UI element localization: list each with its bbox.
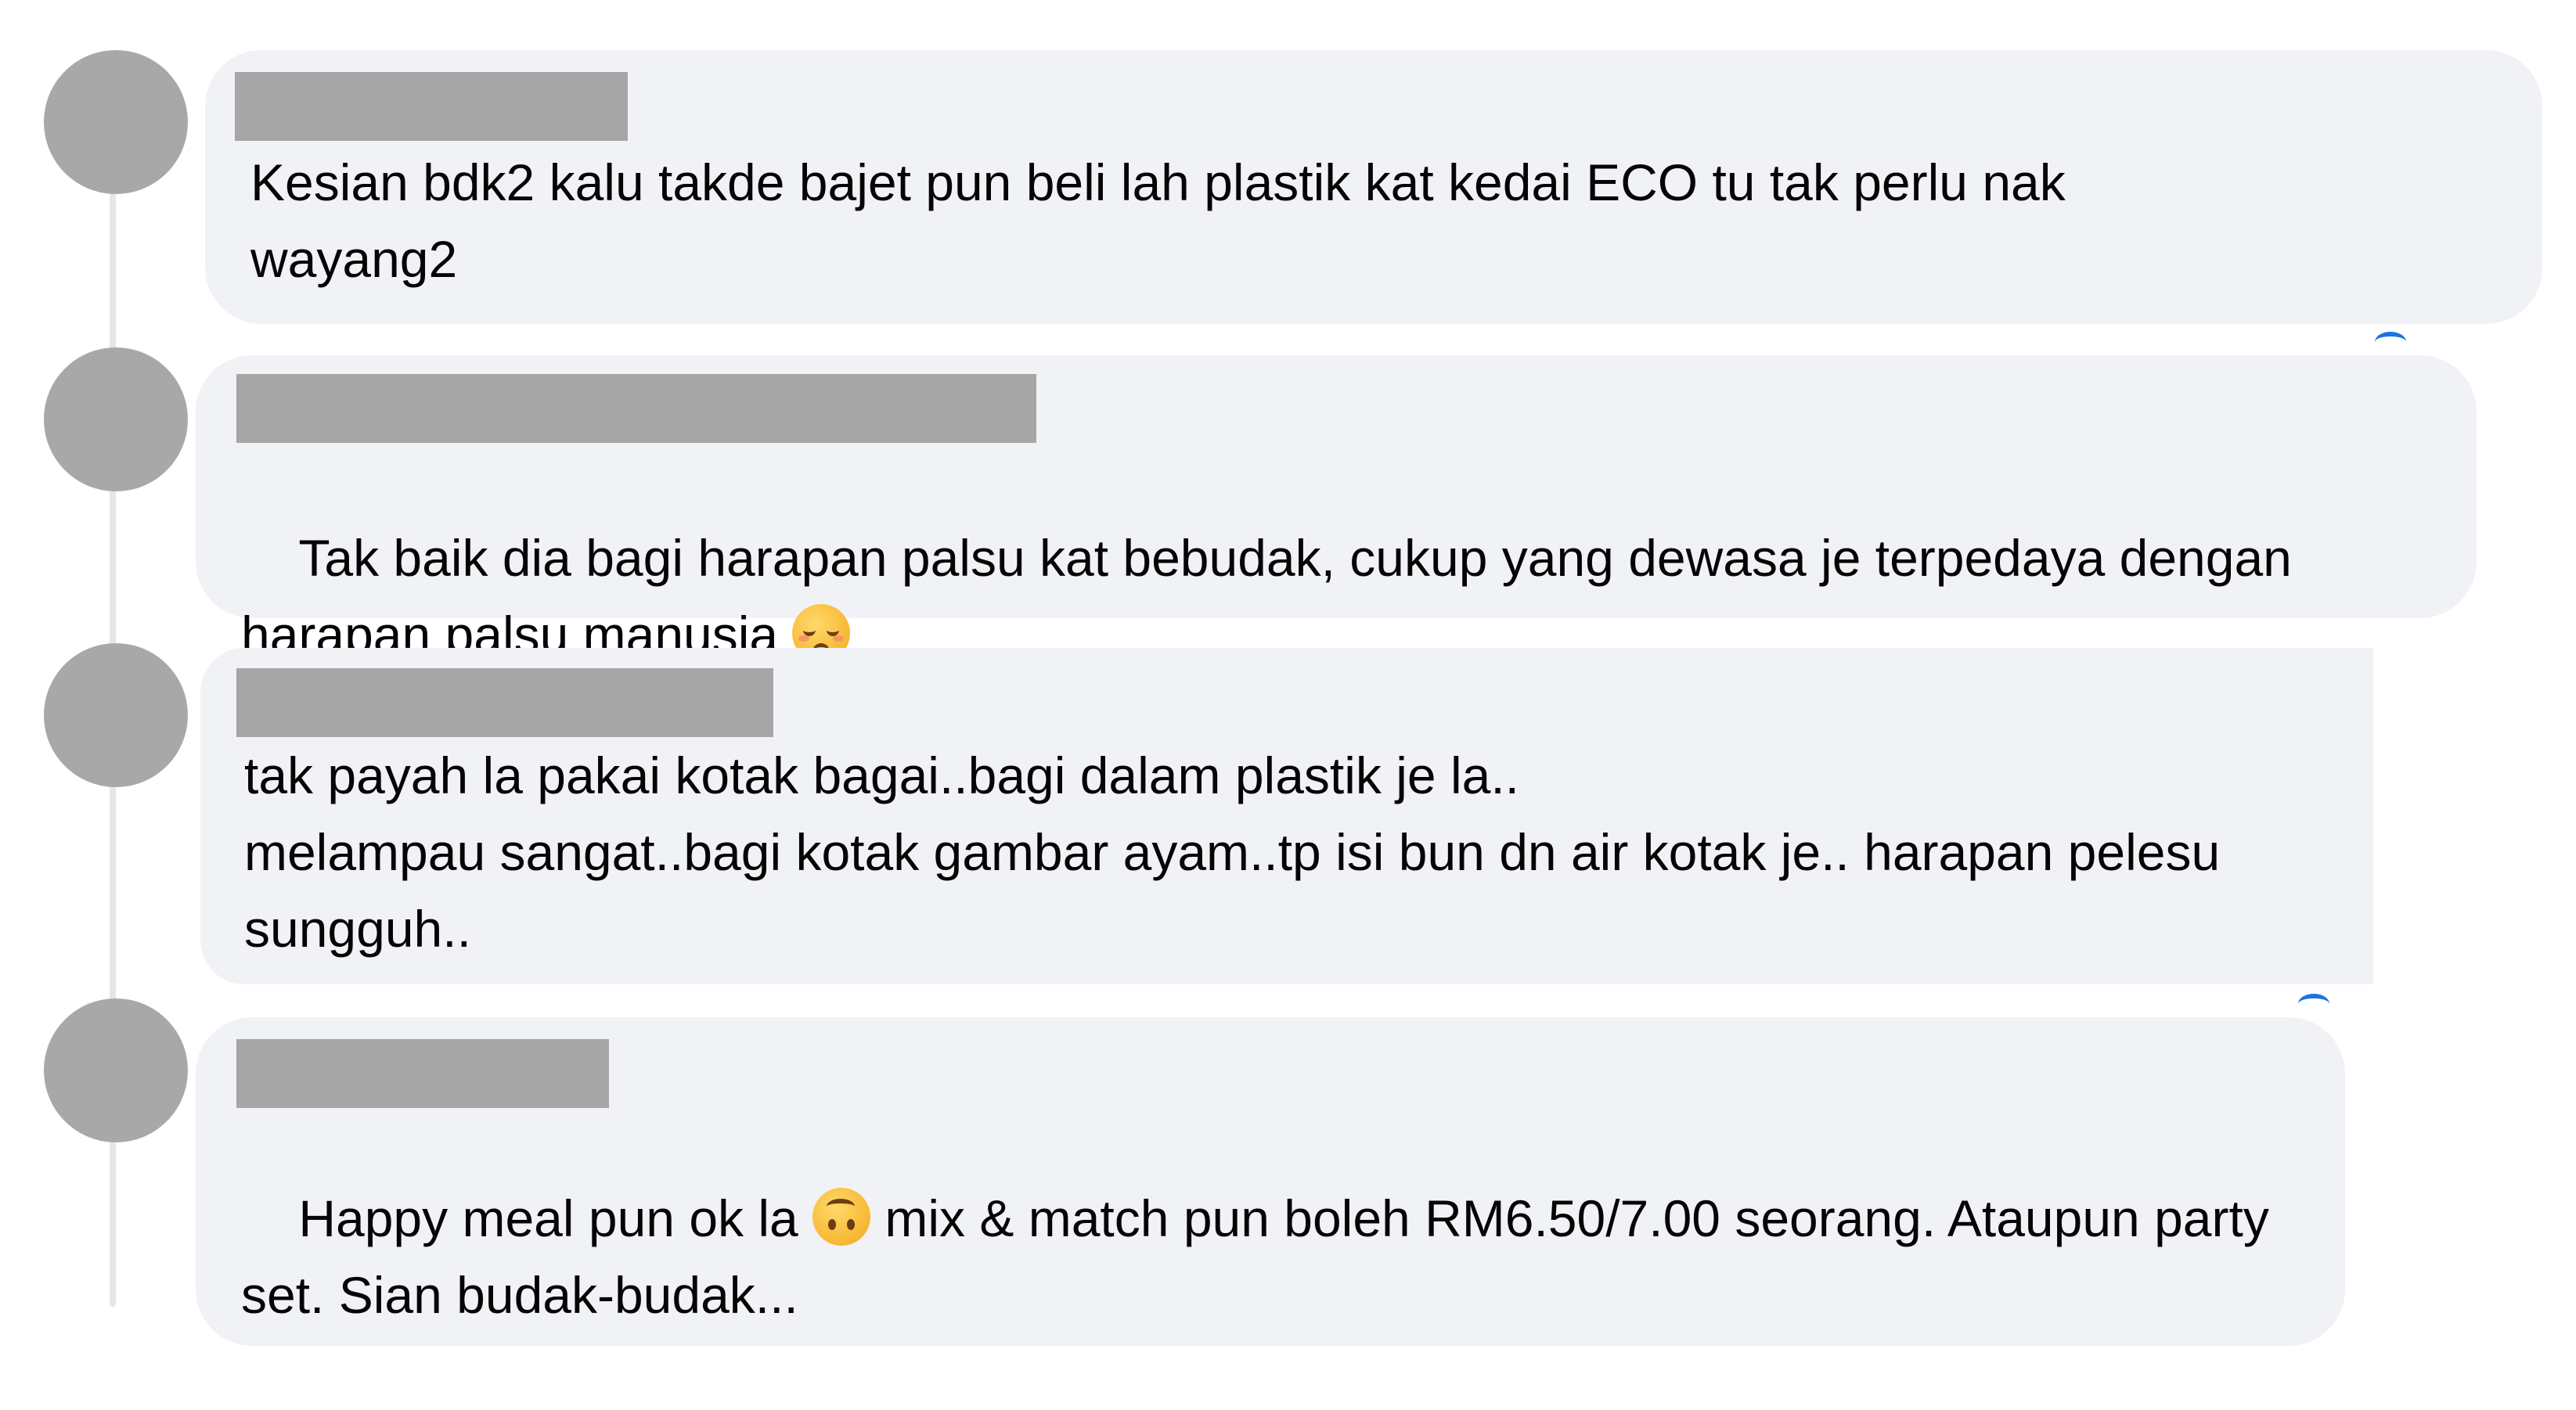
avatar[interactable] (44, 50, 188, 194)
comment-text-before-emoji: Happy meal pun ok la (298, 1189, 813, 1247)
reaction-indicator[interactable] (2375, 332, 2406, 352)
reaction-indicator[interactable] (2298, 994, 2329, 1014)
redacted-commenter-name[interactable] (236, 1039, 609, 1108)
avatar[interactable] (44, 998, 188, 1142)
avatar[interactable] (44, 347, 188, 491)
comment-text: Kesian bdk2 kalu takde bajet pun beli la… (250, 153, 2066, 288)
comment-text-before-emoji: Tak baik dia bagi harapan palsu kat bebu… (241, 529, 2292, 664)
comment-text: Happy meal pun ok la mix & match pun bol… (241, 1103, 2269, 1410)
avatar[interactable] (44, 643, 188, 787)
upside-down-face-icon (812, 1188, 871, 1246)
redacted-commenter-name[interactable] (235, 72, 628, 141)
redacted-commenter-name[interactable] (236, 374, 1036, 443)
redacted-commenter-name[interactable] (236, 668, 773, 737)
comment-text: tak payah la pakai kotak bagai..bagi dal… (244, 746, 2221, 958)
